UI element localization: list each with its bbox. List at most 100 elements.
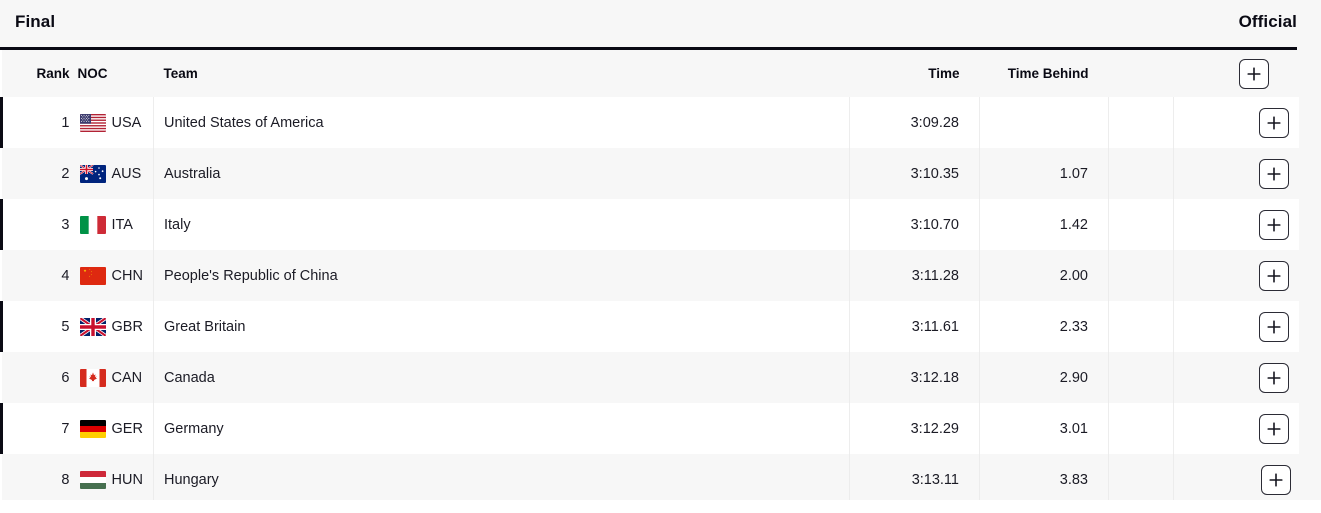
plus-icon	[1267, 319, 1281, 334]
cell-time-behind: 2.33	[979, 301, 1109, 352]
results-table-container: Rank NOC Team Time Time Behind 1 USA Uni…	[0, 47, 1300, 505]
expand-holder	[1184, 158, 1297, 189]
noc-code: USA	[111, 114, 142, 131]
cell-team: People's Republic of China	[153, 250, 850, 301]
expand-row-button[interactable]	[1259, 362, 1289, 393]
flag-gbr-icon	[80, 318, 106, 336]
table-row[interactable]: 3 ITA Italy 3:10.70 1.42	[0, 199, 1299, 250]
time-behind-value: 1.42	[1059, 216, 1088, 233]
flag-chn-icon	[79, 266, 106, 285]
table-row[interactable]: 2 AUS Australia 3:10.35 1.07	[1, 148, 1299, 199]
noc-group: HUN	[79, 470, 144, 489]
expand-row-button[interactable]	[1259, 209, 1289, 240]
table-row[interactable]: 5 GBR Great Britain 3:11.61 2.33	[0, 301, 1299, 352]
cell-time-behind: 1.07	[979, 148, 1109, 199]
cell-time: 3:09.28	[849, 97, 980, 148]
expand-row-button[interactable]	[1259, 260, 1289, 291]
expand-row-button[interactable]	[1259, 311, 1289, 342]
table-header: Rank NOC Team Time Time Behind	[1, 50, 1299, 97]
cell-noc: CAN	[73, 352, 154, 403]
cell-time: 3:11.61	[849, 301, 980, 352]
expand-holder	[1184, 260, 1297, 291]
status-badge: Official	[1238, 12, 1297, 31]
cell-time-behind: 1.42	[979, 199, 1109, 250]
time-behind-value: 3.01	[1059, 420, 1088, 437]
expand-holder	[1184, 464, 1299, 495]
team-name: Germany	[164, 420, 224, 437]
table-row[interactable]: 4 CHN People's Republic of China 3:11.28 2.0…	[1, 250, 1299, 301]
cell-expand	[1174, 454, 1299, 505]
noc-code: GER	[111, 420, 143, 437]
table-row[interactable]: 8 HUN Hungary 3:13.11 3.83	[1, 454, 1299, 505]
time-value: 3:12.29	[910, 420, 959, 437]
page-title: Final	[15, 12, 56, 31]
rank-value: 2	[61, 165, 70, 182]
expand-all-button[interactable]	[1239, 58, 1269, 89]
noc-code: GBR	[111, 318, 143, 335]
cell-time-behind	[979, 97, 1109, 148]
cell-rank: 3	[0, 199, 74, 250]
noc-code: AUS	[111, 165, 142, 182]
expand-row-button[interactable]	[1259, 107, 1289, 138]
cell-rank: 2	[2, 148, 74, 199]
flag-hun-icon	[79, 470, 106, 489]
expand-holder	[1184, 107, 1297, 138]
plus-icon	[1267, 268, 1281, 283]
noc-group: CAN	[79, 368, 144, 387]
cell-extra-1	[1108, 97, 1174, 148]
rank-value: 5	[61, 318, 70, 335]
expand-holder	[1184, 362, 1297, 393]
results-table: Rank NOC Team Time Time Behind 1 USA Uni…	[0, 50, 1300, 505]
column-header-noc[interactable]: NOC	[73, 50, 154, 97]
time-value: 3:13.11	[911, 471, 959, 488]
rank-value: 7	[61, 420, 70, 437]
cell-time: 3:10.35	[849, 148, 980, 199]
cell-rank: 6	[2, 352, 74, 403]
time-value: 3:11.28	[911, 267, 959, 284]
cell-rank: 8	[2, 454, 74, 505]
expand-row-button[interactable]	[1259, 158, 1289, 189]
column-header-rank[interactable]: Rank	[1, 50, 74, 97]
cell-extra-1	[1108, 301, 1174, 352]
expand-row-button[interactable]	[1260, 464, 1291, 495]
plus-icon	[1267, 421, 1281, 436]
cell-team: Hungary	[153, 454, 850, 505]
time-behind-value: 1.07	[1059, 165, 1088, 182]
cell-noc: GBR	[73, 301, 154, 352]
noc-code: ITA	[111, 216, 133, 233]
table-header-row: Rank NOC Team Time Time Behind	[1, 50, 1299, 97]
cell-time-behind: 3.83	[979, 454, 1109, 505]
cell-time: 3:12.29	[849, 403, 980, 454]
table-row[interactable]: 7 GER Germany 3:12.29 3.01	[0, 403, 1299, 454]
table-row[interactable]: 1 USA United States of America 3:09.28	[0, 97, 1299, 148]
cell-extra-1	[1108, 250, 1174, 301]
time-value: 3:09.28	[910, 114, 959, 131]
time-value: 3:12.18	[910, 369, 959, 386]
panel-header: Final Official	[0, 0, 1321, 47]
cell-noc: CHN	[73, 250, 154, 301]
cell-time: 3:10.70	[849, 199, 980, 250]
column-header-time-behind[interactable]: Time Behind	[979, 50, 1109, 97]
time-value: 3:10.70	[910, 216, 959, 233]
team-name: United States of America	[164, 114, 324, 131]
rank-value: 4	[61, 267, 70, 284]
cell-noc: AUS	[73, 148, 154, 199]
expand-row-button[interactable]	[1259, 413, 1289, 444]
team-name: Italy	[164, 216, 191, 233]
plus-icon	[1267, 217, 1281, 232]
plus-icon	[1268, 472, 1283, 487]
time-value: 3:11.61	[911, 318, 959, 335]
rank-value: 6	[61, 369, 70, 386]
cell-time-behind: 2.00	[979, 250, 1109, 301]
column-header-time[interactable]: Time	[849, 50, 980, 97]
table-row[interactable]: 6 CAN Canada 3:12.18 2.90	[1, 352, 1299, 403]
column-header-team[interactable]: Team	[153, 50, 850, 97]
results-panel: Final Official Rank NOC Team Time Time B…	[0, 0, 1321, 513]
cell-team: United States of America	[153, 97, 850, 148]
cell-expand	[1174, 97, 1299, 148]
team-name: People's Republic of China	[164, 267, 338, 284]
cell-team: Australia	[153, 148, 850, 199]
team-name: Hungary	[164, 471, 219, 488]
right-gutter	[1297, 47, 1321, 500]
cell-team: Canada	[153, 352, 850, 403]
